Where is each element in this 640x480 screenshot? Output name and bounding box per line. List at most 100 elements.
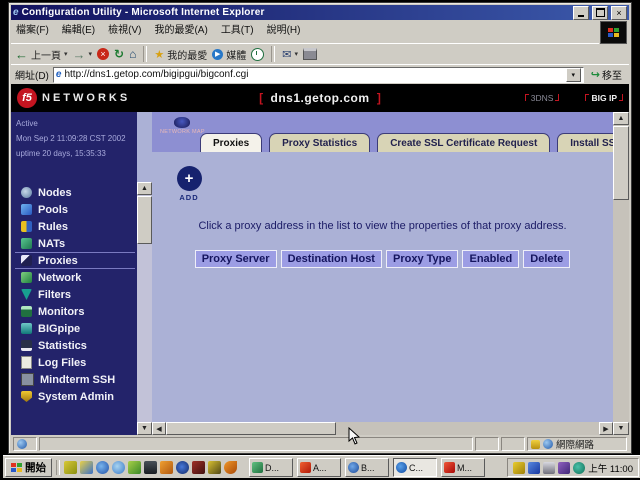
sidebar-scrollbar[interactable]: ▲ ▼ [137, 182, 152, 435]
sidebar-item-rules[interactable]: Rules [15, 218, 135, 235]
sidebar-item-system-admin[interactable]: System Admin [15, 388, 135, 405]
quicklaunch-icon[interactable] [176, 461, 189, 474]
tab-install-ssl-certificate[interactable]: Install SSL Certifi [557, 133, 613, 152]
sidebar-item-mindterm-ssh[interactable]: Mindterm SSH [15, 371, 135, 388]
maximize-button[interactable] [592, 6, 608, 20]
scroll-down-icon[interactable]: ▼ [137, 422, 152, 435]
content-horizontal-scrollbar[interactable]: ◀ ▶ [152, 422, 613, 435]
mail-button[interactable]: ✉ ▾ [282, 48, 298, 61]
address-input[interactable]: e http://dns1.getop.com/bigipgui/bigconf… [53, 67, 584, 83]
menu-item-view[interactable]: 檢視(V) [108, 21, 141, 36]
scrollbar-thumb[interactable] [137, 196, 152, 244]
start-button[interactable]: 開始 [5, 458, 52, 477]
history-button[interactable] [251, 48, 264, 61]
link-bigip[interactable]: BIG IP [585, 93, 623, 103]
sidebar-item-network[interactable]: Network [15, 269, 135, 286]
back-icon: ← [15, 47, 28, 62]
scrollbar-thumb[interactable] [166, 422, 336, 435]
sidebar-item-nodes[interactable]: Nodes [15, 184, 135, 201]
menu-item-help[interactable]: 說明(H) [267, 21, 301, 36]
scroll-right-icon[interactable]: ▶ [599, 422, 613, 435]
quicklaunch-icon[interactable] [160, 461, 173, 474]
tab-proxy-statistics[interactable]: Proxy Statistics [269, 133, 370, 152]
task-button-3[interactable]: B... [345, 458, 389, 477]
quicklaunch-icon[interactable] [144, 461, 157, 474]
quicklaunch-icon[interactable] [96, 461, 109, 474]
refresh-icon: ↻ [114, 47, 124, 61]
menu-item-tools[interactable]: 工具(T) [221, 21, 254, 36]
scroll-left-icon[interactable]: ◀ [152, 422, 166, 435]
quicklaunch-icon[interactable] [128, 461, 141, 474]
add-icon[interactable]: + [177, 166, 202, 191]
column-header-proxy-server: Proxy Server [195, 250, 277, 268]
add-proxy-button[interactable]: + ADD [176, 166, 202, 202]
toolbar-separator [271, 46, 275, 62]
sidebar-item-filters[interactable]: Filters [15, 286, 135, 303]
tab-proxies[interactable]: Proxies [200, 133, 262, 152]
sidebar-item-monitors[interactable]: Monitors [15, 303, 135, 320]
menu-item-edit[interactable]: 編輯(E) [62, 21, 95, 36]
tab-create-ssl-certificate-request[interactable]: Create SSL Certificate Request [377, 133, 550, 152]
forward-button[interactable]: → ▾ [73, 47, 93, 62]
address-dropdown-button[interactable]: ▾ [566, 68, 581, 82]
scrollbar-thumb[interactable] [613, 126, 629, 200]
mail-dropdown-icon[interactable]: ▾ [294, 50, 298, 58]
sidebar-item-label: Pools [38, 204, 68, 216]
close-icon: × [616, 8, 621, 18]
task-button-5[interactable]: M... [441, 458, 485, 477]
tray-icon[interactable] [558, 462, 570, 474]
task-icon [300, 462, 311, 473]
menu-item-file[interactable]: 檔案(F) [16, 21, 49, 36]
sidebar-item-statistics[interactable]: Statistics [15, 337, 135, 354]
back-dropdown-icon[interactable]: ▾ [64, 50, 68, 58]
page-vertical-scrollbar[interactable]: ▲ ▼ [613, 112, 629, 435]
tray-icon[interactable] [573, 462, 585, 474]
media-button[interactable]: ▶ 媒體 [212, 47, 246, 62]
sidebar-item-proxies[interactable]: Proxies [15, 252, 135, 269]
page-icon: e [56, 69, 62, 80]
task-button-2[interactable]: A... [297, 458, 341, 477]
title-bar[interactable]: e Configuration Utility - Microsoft Inte… [11, 5, 629, 20]
quicklaunch-icon[interactable] [112, 461, 125, 474]
refresh-button[interactable]: ↻ [114, 47, 124, 61]
print-button[interactable] [303, 48, 317, 60]
task-button-4-active[interactable]: C... [393, 458, 437, 477]
go-button[interactable]: ↪ 移至 [588, 67, 625, 82]
mail-icon: ✉ [282, 48, 291, 61]
log-files-icon [21, 356, 32, 369]
scroll-up-icon[interactable]: ▲ [137, 182, 152, 195]
link-3dns[interactable]: 3DNS [525, 93, 560, 103]
address-url[interactable]: http://dns1.getop.com/bigipgui/bigconf.c… [64, 69, 562, 80]
quicklaunch-icon[interactable] [208, 461, 221, 474]
sidebar-item-nats[interactable]: NATs [15, 235, 135, 252]
tray-icon[interactable] [543, 462, 555, 474]
tray-icon[interactable] [513, 462, 525, 474]
column-header-delete: Delete [523, 250, 570, 268]
status-bar: 網際網路 [11, 435, 629, 453]
sidebar-item-label: BIGpipe [38, 323, 80, 335]
forward-dropdown-icon[interactable]: ▾ [89, 50, 93, 58]
back-button[interactable]: ← 上一頁 ▾ [15, 47, 68, 62]
stop-button[interactable]: × [97, 48, 109, 60]
task-button-1[interactable]: D... [249, 458, 293, 477]
sidebar-item-log-files[interactable]: Log Files [15, 354, 135, 371]
proxies-icon [21, 255, 32, 266]
scroll-up-icon[interactable]: ▲ [613, 112, 629, 125]
minimize-button[interactable] [573, 6, 589, 20]
favorites-button[interactable]: ★ 我的最愛 [154, 47, 207, 62]
sidebar-item-pools[interactable]: Pools [15, 201, 135, 218]
sidebar-item-bigpipe[interactable]: BIGpipe [15, 320, 135, 337]
quicklaunch-icon[interactable] [224, 461, 237, 474]
quicklaunch-icon[interactable] [64, 461, 77, 474]
close-button[interactable]: × [611, 6, 627, 20]
filters-icon [21, 289, 32, 300]
tray-icon[interactable] [528, 462, 540, 474]
home-button[interactable]: ⌂ [129, 47, 136, 61]
network-map-label: NETWORK MAP [160, 129, 204, 135]
scroll-down-icon[interactable]: ▼ [613, 422, 629, 435]
zone-label: 網際網路 [556, 437, 594, 451]
network-map-button[interactable]: NETWORK MAP [160, 117, 204, 135]
menu-item-favorites[interactable]: 我的最愛(A) [154, 21, 207, 36]
quicklaunch-icon[interactable] [80, 461, 93, 474]
quicklaunch-icon[interactable] [192, 461, 205, 474]
